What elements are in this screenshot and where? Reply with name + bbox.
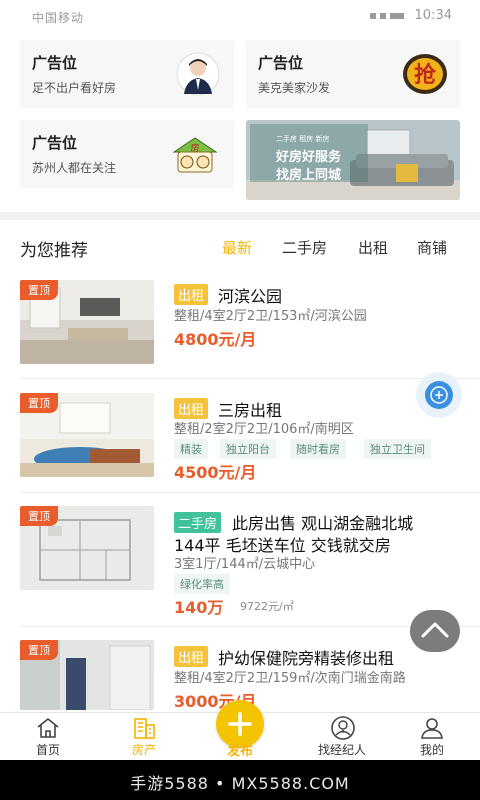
plus-circle-icon (425, 381, 453, 409)
nav-label: 我的 (419, 743, 444, 757)
status-time: 10:34 (370, 8, 452, 23)
top-tag: 置顶 (20, 280, 58, 300)
ad-title: 广告位 (258, 54, 304, 72)
listing-price: 140万 (174, 598, 224, 617)
ad-subtitle: 美克美家沙发 (258, 81, 331, 95)
publish-label: 发布 (226, 744, 253, 759)
ad-subtitle: 足不出户看好房 (32, 81, 117, 95)
listing-type-badge: 出租 (174, 284, 209, 305)
listing-type-badge: 出租 (174, 646, 209, 667)
listing-tag: 独立卫生间 (364, 439, 431, 459)
agent-icon (331, 716, 355, 740)
listing-type-badge: 出租 (174, 398, 209, 419)
listing-title: 河滨公园 (218, 287, 283, 306)
status-bar: 中国移动 10:34 (0, 0, 480, 30)
listing-tag: 随时看房 (290, 439, 346, 459)
scroll-top-button[interactable] (410, 610, 460, 652)
tab-rent[interactable]: 出租 (358, 237, 388, 258)
listing-tag: 独立阳台 (220, 439, 276, 459)
listing-thumbnail: 置顶 (20, 640, 154, 710)
house-emoji-icon: 房 (172, 137, 218, 173)
divider (20, 492, 480, 493)
ad-card-2[interactable]: 广告位 美克美家沙发 抢 (246, 40, 460, 108)
nav-label: 房产 (131, 743, 156, 757)
listing-desc: 整租/2室2厅2卫/106㎡/南明区 (174, 422, 354, 437)
listing-thumbnail: 置顶 (20, 280, 154, 364)
ad-title: 广告位 (32, 54, 78, 72)
tab-second-hand[interactable]: 二手房 (282, 237, 327, 258)
top-tag: 置顶 (20, 506, 58, 526)
tab-shop[interactable]: 商铺 (417, 237, 447, 258)
listing-tag: 绿化率高 (174, 574, 230, 594)
ad-grid: 广告位 足不出户看好房 广告位 美克美家沙发 抢 广告位 苏州人都在关注 房 二… (0, 30, 480, 212)
listing-desc: 3室1厅/144㎡/云城中心 (174, 557, 316, 572)
listing-price: 4500元/月 (174, 463, 257, 482)
banner-line-1: 好房好服务 (276, 150, 342, 165)
ad-card-1[interactable]: 广告位 足不出户看好房 (20, 40, 234, 108)
system-nav-bar: 手游5588 • MX5588.COM (0, 760, 480, 800)
grab-badge-text: 抢 (414, 62, 437, 88)
nav-label: 找经纪人 (317, 743, 366, 757)
tab-latest[interactable]: 最新 (222, 237, 252, 258)
listing-desc: 整租/4室2厅2卫/153㎡/河滨公园 (174, 309, 367, 324)
status-icons (370, 12, 405, 19)
listing-price: 4800元/月 (174, 330, 257, 349)
top-tag: 置顶 (20, 393, 58, 413)
listing-thumbnail: 置顶 (20, 393, 154, 477)
listing-desc: 整租/4室2厅2卫/159㎡/次南门瑞金南路 (174, 671, 406, 686)
grab-badge-icon: 抢 (403, 54, 447, 94)
ad-subtitle: 苏州人都在关注 (32, 161, 117, 175)
user-icon (421, 718, 443, 739)
listing-unit-price: 9722元/㎡ (240, 600, 294, 613)
listing-tag: 精装 (174, 439, 208, 459)
home-icon (37, 718, 59, 738)
ad-banner[interactable]: 二手房 租房 新房 好房好服务 找房上同城 (246, 120, 460, 200)
nav-home[interactable]: 首页 (8, 713, 88, 761)
floating-add-button[interactable] (416, 372, 462, 418)
watermark-text: 手游5588 • MX5588.COM (130, 774, 350, 793)
banner-line-2: 找房上同城 (276, 168, 342, 183)
nav-find-agent[interactable]: 找经纪人 (297, 713, 387, 761)
clock: 10:34 (414, 8, 452, 23)
nav-label: 首页 (35, 743, 60, 757)
carrier-text: 中国移动 (32, 11, 85, 25)
nav-mine[interactable]: 我的 (392, 713, 472, 761)
listing-thumbnail: 置顶 (20, 506, 154, 590)
banner-tags: 二手房 租房 新房 (276, 135, 330, 143)
chevron-up-icon (421, 622, 449, 638)
recommend-title: 为您推荐 (20, 241, 88, 261)
ad-card-3[interactable]: 广告位 苏州人都在关注 房 (20, 120, 234, 188)
listing-type-badge: 二手房 (174, 512, 222, 533)
section-separator (0, 212, 480, 220)
listing-title: 护幼保健院旁精装修出租 (218, 649, 395, 668)
house-badge-text: 房 (190, 142, 199, 154)
ad-title: 广告位 (32, 134, 78, 152)
agent-portrait-icon (176, 52, 220, 96)
listing-title: 此房出售 观山湖金融北城 (232, 514, 414, 533)
divider (20, 378, 480, 379)
top-tag: 置顶 (20, 640, 58, 660)
nav-property[interactable]: 房产 (104, 713, 184, 761)
building-icon (134, 718, 155, 739)
